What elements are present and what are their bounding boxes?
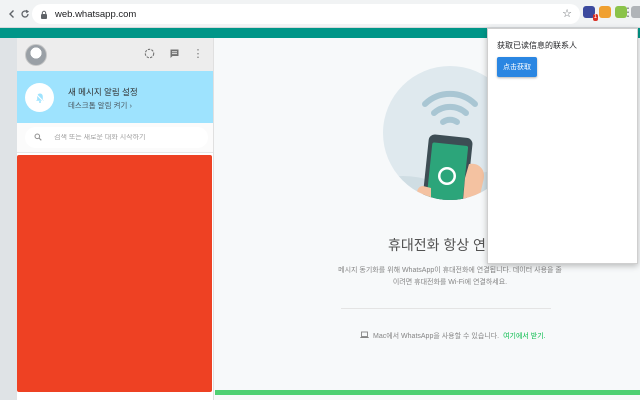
menu-icon[interactable]: ⋮: [192, 48, 204, 60]
address-bar[interactable]: web.whatsapp.com ☆: [32, 4, 580, 24]
new-chat-icon[interactable]: [168, 48, 180, 60]
mac-download-link[interactable]: 여기에서 받기.: [503, 331, 546, 341]
browser-toolbar: web.whatsapp.com ☆ 1 ⋮: [0, 0, 640, 28]
notification-banner[interactable]: 새 메시지 알림 설정 데스크톱 알림 켜기 ›: [17, 71, 213, 123]
avatar[interactable]: [25, 43, 47, 66]
extension-popup: 获取已读信息的联系人 点击获取: [487, 28, 638, 264]
search-input[interactable]: [54, 134, 204, 141]
extension-puzzle-icon[interactable]: 1: [583, 6, 598, 21]
fetch-button[interactable]: 点击获取: [497, 57, 537, 77]
chat-list-panel: ⋮ 새 메시지 알림 설정 데스크톱 알림 켜기 ›: [17, 38, 214, 400]
notification-title: 새 메시지 알림 설정: [68, 87, 138, 97]
mac-text: Mac에서 WhatsApp을 사용할 수 있습니다.: [373, 333, 500, 340]
search-icon: [34, 133, 42, 143]
extension-badge: 1: [592, 14, 598, 21]
enable-notifications-link[interactable]: 데스크톱 알림 켜기 ›: [68, 100, 132, 111]
redacted-chat-list: [17, 155, 212, 392]
browser-menu-icon[interactable]: ⋮: [622, 6, 634, 18]
intro-title: 휴대전화 항상 연결: [388, 237, 499, 253]
search-box[interactable]: [25, 127, 208, 148]
search-bar: [17, 123, 213, 153]
notification-muted-icon: [25, 83, 54, 112]
intro-description: 메시지 동기화를 위해 WhatsApp이 휴대전화에 연결됩니다. 데이터 사…: [338, 267, 562, 286]
mac-download-line: Mac에서 WhatsApp을 사용할 수 있습니다. 여기에서 받기.: [360, 331, 546, 341]
divider: [341, 308, 551, 309]
accent-bar: [215, 390, 640, 395]
popup-title: 获取已读信息的联系人: [497, 41, 577, 50]
laptop-icon: [360, 331, 369, 341]
extension-fox-icon[interactable]: [599, 6, 611, 18]
status-icon[interactable]: [143, 48, 155, 60]
url-text: web.whatsapp.com: [55, 8, 137, 20]
sidebar-header: ⋮: [17, 38, 213, 71]
lock-icon: [40, 10, 49, 19]
bookmark-star-icon[interactable]: ☆: [562, 7, 572, 20]
